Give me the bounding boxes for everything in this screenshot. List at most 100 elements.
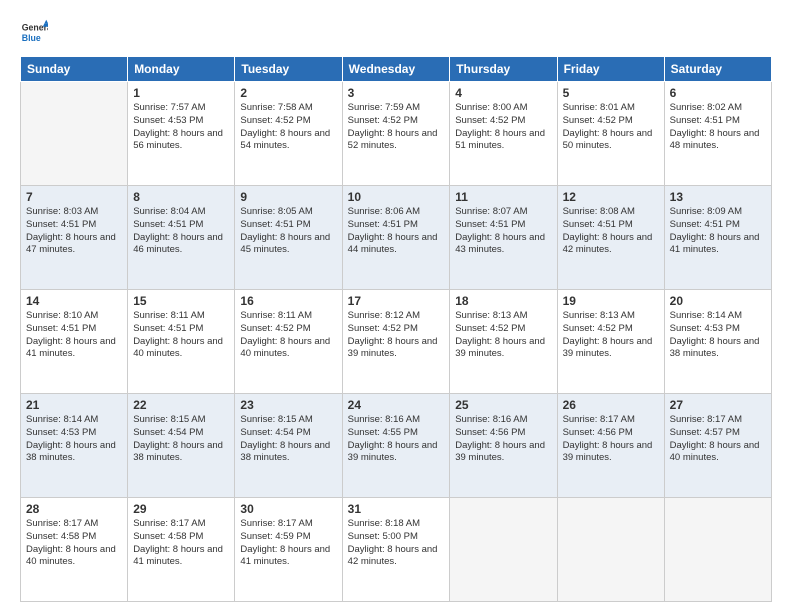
day-number: 9 <box>240 190 336 204</box>
day-number: 27 <box>670 398 766 412</box>
day-number: 23 <box>240 398 336 412</box>
day-number: 5 <box>563 86 659 100</box>
day-number: 17 <box>348 294 445 308</box>
day-number: 22 <box>133 398 229 412</box>
day-cell: 5 Sunrise: 8:01 AMSunset: 4:52 PMDaylight… <box>557 82 664 186</box>
day-info: Sunrise: 8:01 AMSunset: 4:52 PMDaylight:… <box>563 102 659 153</box>
day-cell: 15 Sunrise: 8:11 AMSunset: 4:51 PMDayligh… <box>128 290 235 394</box>
day-cell: 20 Sunrise: 8:14 AMSunset: 4:53 PMDayligh… <box>664 290 771 394</box>
day-cell: 11 Sunrise: 8:07 AMSunset: 4:51 PMDayligh… <box>450 186 557 290</box>
day-number: 15 <box>133 294 229 308</box>
day-cell: 6Sunrise: 8:02 AMSunset: 4:51 PMDaylight… <box>664 82 771 186</box>
day-info: Sunrise: 8:14 AMSunset: 4:53 PMDaylight:… <box>26 414 122 465</box>
day-cell: 25Sunrise: 8:16 AMSunset: 4:56 PMDayligh… <box>450 394 557 498</box>
day-cell: 7 Sunrise: 8:03 AMSunset: 4:51 PMDaylight… <box>21 186 128 290</box>
day-number: 6 <box>670 86 766 100</box>
day-info: Sunrise: 8:09 AMSunset: 4:51 PMDaylight:… <box>670 206 766 257</box>
day-info: Sunrise: 8:14 AMSunset: 4:53 PMDaylight:… <box>670 310 766 361</box>
week-row: 14Sunrise: 8:10 AMSunset: 4:51 PMDayligh… <box>21 290 772 394</box>
day-cell: 22 Sunrise: 8:15 AMSunset: 4:54 PMDayligh… <box>128 394 235 498</box>
day-cell: 10 Sunrise: 8:06 AMSunset: 4:51 PMDayligh… <box>342 186 450 290</box>
day-cell: 2 Sunrise: 7:58 AMSunset: 4:52 PMDaylight… <box>235 82 342 186</box>
day-info: Sunrise: 8:06 AMSunset: 4:51 PMDaylight:… <box>348 206 445 257</box>
week-row: 1 Sunrise: 7:57 AMSunset: 4:53 PMDaylight… <box>21 82 772 186</box>
page: General Blue SundayMondayTuesdayWednesda… <box>0 0 792 612</box>
week-row: 28 Sunrise: 8:17 AMSunset: 4:58 PMDayligh… <box>21 498 772 602</box>
header-day: Sunday <box>21 57 128 82</box>
day-number: 14 <box>26 294 122 308</box>
svg-text:Blue: Blue <box>22 33 41 43</box>
day-info: Sunrise: 8:04 AMSunset: 4:51 PMDaylight:… <box>133 206 229 257</box>
day-cell: 23 Sunrise: 8:15 AMSunset: 4:54 PMDayligh… <box>235 394 342 498</box>
day-number: 24 <box>348 398 445 412</box>
day-cell: 13 Sunrise: 8:09 AMSunset: 4:51 PMDayligh… <box>664 186 771 290</box>
day-number: 10 <box>348 190 445 204</box>
day-cell <box>450 498 557 602</box>
day-cell <box>664 498 771 602</box>
day-number: 28 <box>26 502 122 516</box>
day-cell: 8 Sunrise: 8:04 AMSunset: 4:51 PMDaylight… <box>128 186 235 290</box>
day-cell: 12Sunrise: 8:08 AMSunset: 4:51 PMDayligh… <box>557 186 664 290</box>
header-day: Monday <box>128 57 235 82</box>
day-info: Sunrise: 8:16 AMSunset: 4:55 PMDaylight:… <box>348 414 445 465</box>
day-cell: 4 Sunrise: 8:00 AMSunset: 4:52 PMDaylight… <box>450 82 557 186</box>
header: General Blue <box>20 18 772 46</box>
day-number: 18 <box>455 294 551 308</box>
day-cell: 26 Sunrise: 8:17 AMSunset: 4:56 PMDayligh… <box>557 394 664 498</box>
day-cell: 24 Sunrise: 8:16 AMSunset: 4:55 PMDayligh… <box>342 394 450 498</box>
day-info: Sunrise: 8:00 AMSunset: 4:52 PMDaylight:… <box>455 102 551 153</box>
day-info: Sunrise: 8:13 AMSunset: 4:52 PMDaylight:… <box>455 310 551 361</box>
day-info: Sunrise: 7:57 AMSunset: 4:53 PMDaylight:… <box>133 102 229 153</box>
day-number: 2 <box>240 86 336 100</box>
day-number: 30 <box>240 502 336 516</box>
day-info: Sunrise: 8:03 AMSunset: 4:51 PMDaylight:… <box>26 206 122 257</box>
day-info: Sunrise: 7:59 AMSunset: 4:52 PMDaylight:… <box>348 102 445 153</box>
header-day: Tuesday <box>235 57 342 82</box>
day-number: 20 <box>670 294 766 308</box>
day-number: 29 <box>133 502 229 516</box>
day-info: Sunrise: 8:05 AMSunset: 4:51 PMDaylight:… <box>240 206 336 257</box>
day-info: Sunrise: 8:15 AMSunset: 4:54 PMDaylight:… <box>133 414 229 465</box>
day-number: 19 <box>563 294 659 308</box>
day-info: Sunrise: 8:17 AMSunset: 4:58 PMDaylight:… <box>26 518 122 569</box>
day-number: 16 <box>240 294 336 308</box>
day-number: 8 <box>133 190 229 204</box>
day-info: Sunrise: 8:11 AMSunset: 4:51 PMDaylight:… <box>133 310 229 361</box>
day-info: Sunrise: 8:12 AMSunset: 4:52 PMDaylight:… <box>348 310 445 361</box>
day-cell: 1 Sunrise: 7:57 AMSunset: 4:53 PMDaylight… <box>128 82 235 186</box>
day-info: Sunrise: 8:15 AMSunset: 4:54 PMDaylight:… <box>240 414 336 465</box>
day-cell: 9 Sunrise: 8:05 AMSunset: 4:51 PMDaylight… <box>235 186 342 290</box>
day-number: 13 <box>670 190 766 204</box>
day-number: 4 <box>455 86 551 100</box>
day-info: Sunrise: 8:17 AMSunset: 4:57 PMDaylight:… <box>670 414 766 465</box>
day-info: Sunrise: 8:13 AMSunset: 4:52 PMDaylight:… <box>563 310 659 361</box>
day-info: Sunrise: 8:17 AMSunset: 4:56 PMDaylight:… <box>563 414 659 465</box>
logo-icon: General Blue <box>20 18 48 46</box>
day-cell: 17 Sunrise: 8:12 AMSunset: 4:52 PMDayligh… <box>342 290 450 394</box>
header-day: Friday <box>557 57 664 82</box>
day-number: 11 <box>455 190 551 204</box>
header-row: SundayMondayTuesdayWednesdayThursdayFrid… <box>21 57 772 82</box>
svg-text:General: General <box>22 22 48 32</box>
day-info: Sunrise: 7:58 AMSunset: 4:52 PMDaylight:… <box>240 102 336 153</box>
calendar-table: SundayMondayTuesdayWednesdayThursdayFrid… <box>20 56 772 602</box>
day-number: 1 <box>133 86 229 100</box>
day-number: 26 <box>563 398 659 412</box>
day-cell: 31Sunrise: 8:18 AMSunset: 5:00 PMDayligh… <box>342 498 450 602</box>
header-day: Thursday <box>450 57 557 82</box>
logo: General Blue <box>20 18 48 46</box>
day-number: 7 <box>26 190 122 204</box>
day-info: Sunrise: 8:07 AMSunset: 4:51 PMDaylight:… <box>455 206 551 257</box>
day-info: Sunrise: 8:17 AMSunset: 4:58 PMDaylight:… <box>133 518 229 569</box>
day-cell: 3 Sunrise: 7:59 AMSunset: 4:52 PMDaylight… <box>342 82 450 186</box>
day-info: Sunrise: 8:18 AMSunset: 5:00 PMDaylight:… <box>348 518 445 569</box>
day-number: 3 <box>348 86 445 100</box>
header-day: Saturday <box>664 57 771 82</box>
day-cell <box>21 82 128 186</box>
day-cell: 18 Sunrise: 8:13 AMSunset: 4:52 PMDayligh… <box>450 290 557 394</box>
day-info: Sunrise: 8:16 AMSunset: 4:56 PMDaylight:… <box>455 414 551 465</box>
day-number: 12 <box>563 190 659 204</box>
day-cell <box>557 498 664 602</box>
day-cell: 14Sunrise: 8:10 AMSunset: 4:51 PMDayligh… <box>21 290 128 394</box>
week-row: 7 Sunrise: 8:03 AMSunset: 4:51 PMDaylight… <box>21 186 772 290</box>
